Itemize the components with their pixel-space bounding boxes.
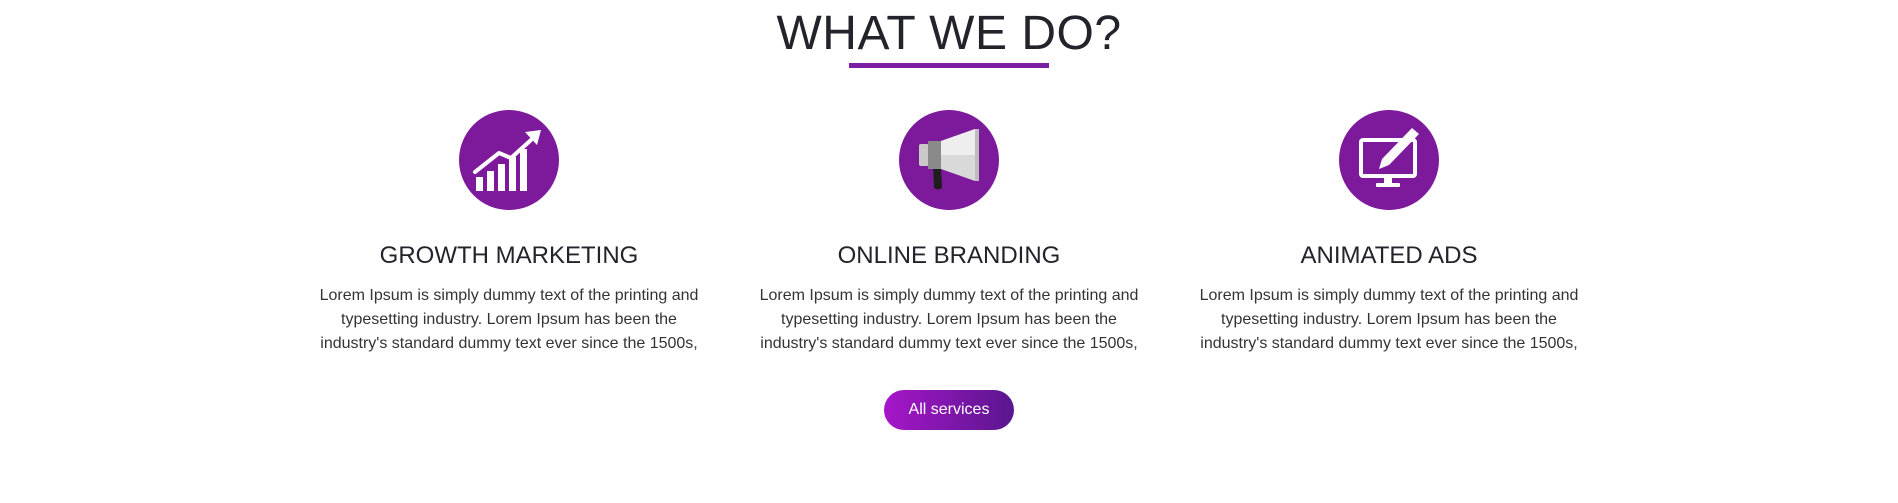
cta-wrapper: All services bbox=[0, 390, 1898, 430]
service-card-animated-ads: ANIMATED ADS Lorem Ipsum is simply dummy… bbox=[1179, 110, 1599, 356]
service-title: GROWTH MARKETING bbox=[379, 242, 639, 269]
what-we-do-section: WHAT WE DO? GROWTH MARKETING Lorem Ipsum… bbox=[0, 0, 1898, 503]
service-card-growth-marketing: GROWTH MARKETING Lorem Ipsum is simply d… bbox=[299, 110, 719, 356]
service-title: ONLINE BRANDING bbox=[837, 242, 1061, 269]
service-title: ANIMATED ADS bbox=[1300, 242, 1478, 269]
all-services-button[interactable]: All services bbox=[884, 390, 1014, 430]
section-title: WHAT WE DO? bbox=[776, 7, 1122, 60]
monitor-pen-icon bbox=[1339, 110, 1439, 210]
service-description: Lorem Ipsum is simply dummy text of the … bbox=[319, 287, 699, 352]
growth-chart-icon bbox=[459, 110, 559, 210]
megaphone-icon bbox=[899, 110, 999, 210]
title-underline bbox=[849, 63, 1049, 68]
service-card-online-branding: ONLINE BRANDING Lorem Ipsum is simply du… bbox=[739, 110, 1159, 356]
service-description: Lorem Ipsum is simply dummy text of the … bbox=[1199, 287, 1579, 352]
service-description: Lorem Ipsum is simply dummy text of the … bbox=[759, 287, 1139, 352]
